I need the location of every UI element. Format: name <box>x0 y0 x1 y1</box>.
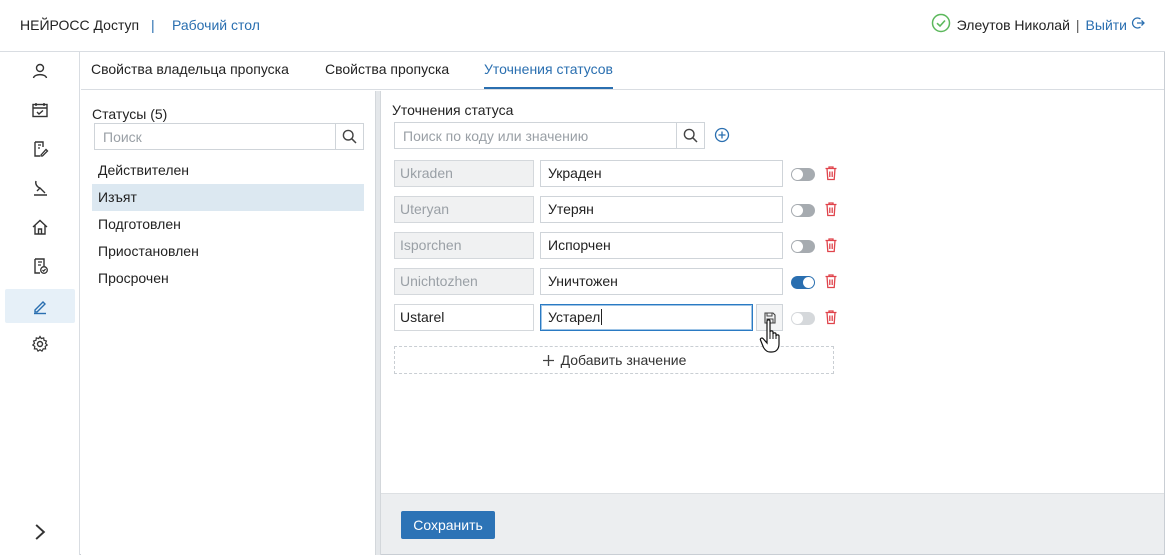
pencil-icon <box>34 301 46 315</box>
refinement-value-field[interactable]: Украден <box>540 160 783 187</box>
refinement-value-field[interactable]: Испорчен <box>540 232 783 259</box>
plus-icon <box>542 354 554 366</box>
refinement-enabled-toggle[interactable] <box>791 276 815 289</box>
tab-owner-properties[interactable]: Свойства владельца пропуска <box>91 61 289 87</box>
trash-icon[interactable] <box>824 201 838 217</box>
logout-button[interactable]: Выйти <box>1086 16 1145 33</box>
user-separator: | <box>1075 16 1080 33</box>
refinement-enabled-toggle[interactable] <box>791 168 815 181</box>
sidebar-item-access-points[interactable] <box>5 171 75 205</box>
sidebar-item-settings[interactable] <box>5 327 75 361</box>
document-check-icon <box>34 258 48 274</box>
sidebar-item-references[interactable] <box>5 289 75 323</box>
turnstile-icon <box>34 180 47 196</box>
refinement-value-field[interactable]: Уничтожен <box>540 268 783 295</box>
add-value-button[interactable]: Добавить значение <box>394 346 834 374</box>
sidebar-item-objects[interactable] <box>5 210 75 244</box>
user-area: Элеутов Николай | Выйти <box>931 13 1145 36</box>
refinement-enabled-toggle[interactable] <box>791 312 815 325</box>
statuses-search-input[interactable] <box>95 124 335 149</box>
status-list: Действителен Изъят Подготовлен Приостано… <box>92 157 364 292</box>
check-circle-icon <box>931 13 951 36</box>
status-item-prepared[interactable]: Подготовлен <box>92 211 364 238</box>
refinement-row: Ukraden Украден <box>394 160 864 188</box>
tab-bar: Свойства владельца пропуска Свойства про… <box>81 52 1164 90</box>
user-icon <box>32 63 48 79</box>
refinement-row: Unichtozhen Уничтожен <box>394 268 864 296</box>
desktop-link[interactable]: Рабочий стол <box>172 17 260 33</box>
sidebar-item-reports[interactable] <box>5 249 75 283</box>
sidebar-expand-button[interactable] <box>30 522 50 542</box>
search-icon <box>342 129 357 144</box>
refinement-value-input[interactable]: Устарел <box>540 304 753 331</box>
gear-icon <box>31 335 49 352</box>
calendar-icon <box>32 103 48 118</box>
status-item-expired[interactable]: Просрочен <box>92 265 364 292</box>
refinement-value-text: Устарел <box>548 309 601 325</box>
sidebar-item-schedule[interactable] <box>5 93 75 127</box>
refinement-row: Uteryan Утерян <box>394 196 864 224</box>
refinements-title: Уточнения статуса <box>392 102 514 118</box>
refinements-panel: Уточнения статуса Ukraden Украден Uterya… <box>381 91 1164 493</box>
refinements-search <box>394 122 705 149</box>
tab-pass-properties[interactable]: Свойства пропуска <box>325 61 449 87</box>
statuses-title: Статусы (5) <box>92 106 168 122</box>
refinement-row-editing: Ustarel Устарел <box>394 304 864 332</box>
refinement-code-field: Isporchen <box>394 232 534 259</box>
home-icon <box>32 219 48 235</box>
status-item-valid[interactable]: Действителен <box>92 157 364 184</box>
trash-icon[interactable] <box>824 273 838 289</box>
search-icon <box>683 128 698 143</box>
refinement-value-field[interactable]: Утерян <box>540 196 783 223</box>
user-name: Элеутов Николай <box>956 16 1070 33</box>
app-name: НЕЙРОСС Доступ <box>20 17 140 33</box>
statuses-search <box>94 123 364 150</box>
sidebar-item-users[interactable] <box>5 54 75 88</box>
save-row-button[interactable] <box>756 304 783 331</box>
chevron-right-icon <box>35 524 46 540</box>
refinements-search-button[interactable] <box>676 123 704 148</box>
trash-icon[interactable] <box>824 237 838 253</box>
statuses-panel: Статусы (5) Действителен Изъят Подготовл… <box>81 91 375 555</box>
statuses-search-button[interactable] <box>335 124 363 149</box>
sidebar-item-requests[interactable] <box>5 132 75 166</box>
refinement-enabled-toggle[interactable] <box>791 204 815 217</box>
header-separator: | <box>151 17 155 33</box>
status-item-suspended[interactable]: Приостановлен <box>92 238 364 265</box>
logout-icon <box>1131 16 1145 33</box>
refinement-row: Isporchen Испорчен <box>394 232 864 260</box>
status-item-withdrawn[interactable]: Изъят <box>92 184 364 211</box>
add-refinement-button[interactable] <box>714 127 730 143</box>
trash-icon[interactable] <box>824 309 838 325</box>
icon-sidebar <box>0 52 80 555</box>
save-button[interactable]: Сохранить <box>401 511 495 539</box>
refinement-code-field: Uteryan <box>394 196 534 223</box>
trash-icon[interactable] <box>824 165 838 181</box>
top-header: НЕЙРОСС Доступ | Рабочий стол Элеутов Ни… <box>0 0 1165 52</box>
refinement-code-field: Unichtozhen <box>394 268 534 295</box>
document-edit-icon <box>34 141 49 157</box>
floppy-disk-icon <box>763 311 776 324</box>
refinement-enabled-toggle[interactable] <box>791 240 815 253</box>
refinements-search-input[interactable] <box>395 123 676 148</box>
tab-status-refinements[interactable]: Уточнения статусов <box>484 61 613 89</box>
refinement-code-field: Ukraden <box>394 160 534 187</box>
plus-circle-icon <box>714 127 730 143</box>
logout-label: Выйти <box>1085 16 1127 33</box>
refinement-code-input[interactable]: Ustarel <box>394 304 534 331</box>
add-value-label: Добавить значение <box>560 352 687 368</box>
footer-bar: Сохранить <box>381 493 1164 554</box>
text-caret <box>601 309 603 325</box>
